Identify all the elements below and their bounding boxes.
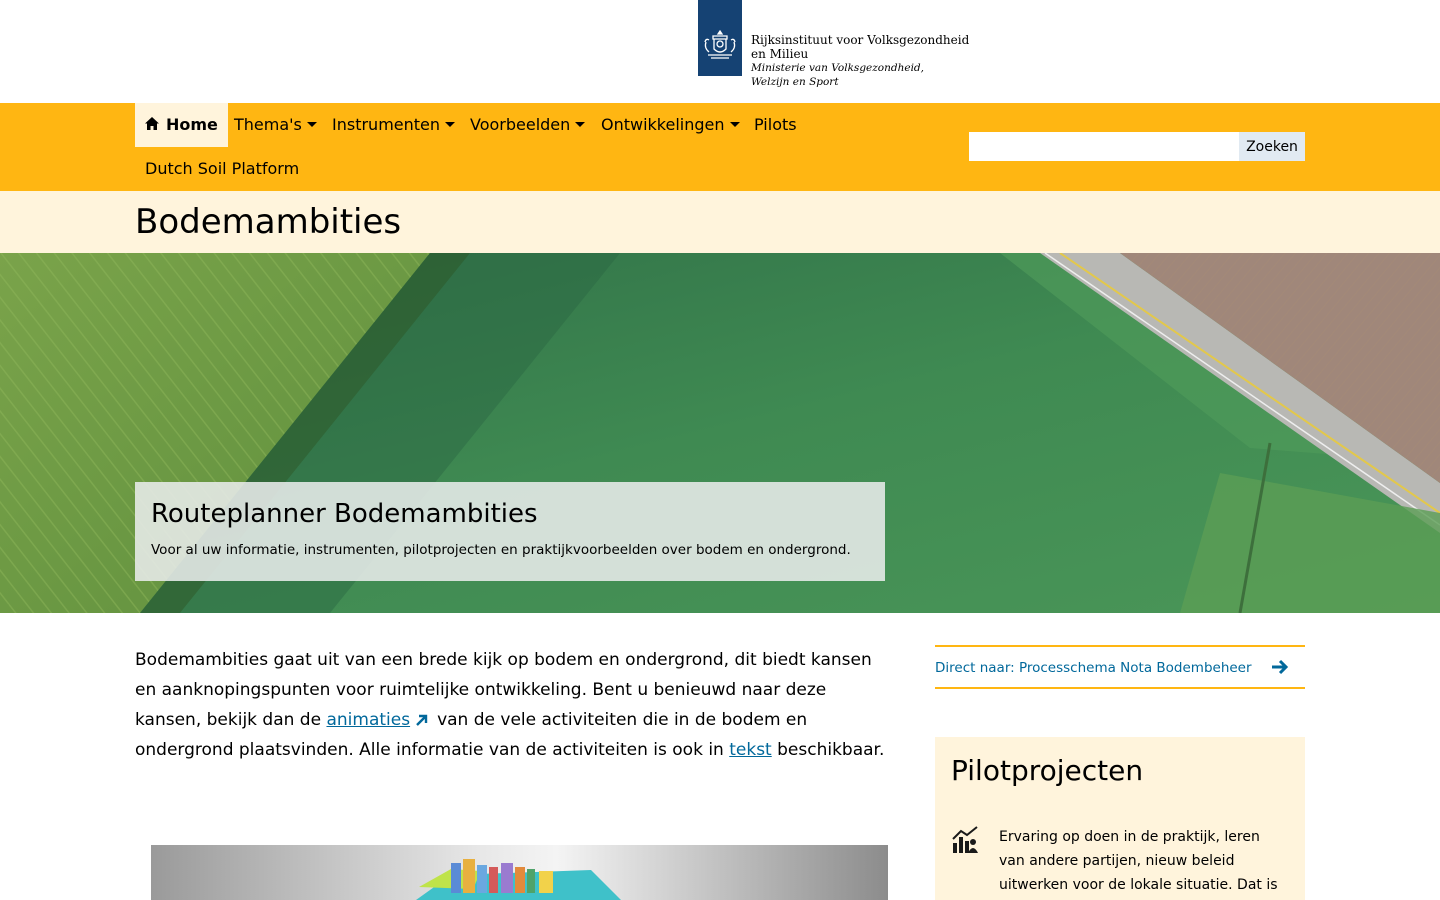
hero-title: Routeplanner Bodemambities [151,499,538,529]
logo-line-1: Rijksinstituut voor Volksgezondheid [751,33,970,47]
pilotprojecten-text: Ervaring op doen in de praktijk, leren v… [999,829,1278,893]
nav-item-pilots[interactable]: Pilots [744,103,807,147]
hero-subtitle: Voor al uw informatie, instrumenten, pil… [151,542,851,558]
nav-item-themas-label: Thema's [234,115,302,134]
chart-people-icon [952,826,978,853]
nav-item-ontwikkelingen-label: Ontwikkelingen [601,115,725,134]
nav-item-voorbeelden-label: Voorbeelden [470,115,571,134]
nav-item-home[interactable]: Home [135,103,228,147]
logo-text: Rijksinstituut voor Volksgezondheid en M… [751,33,969,89]
search-input[interactable] [969,132,1239,161]
nav-item-instrumenten[interactable]: Instrumenten [322,103,465,147]
hero-banner: Routeplanner Bodemambities Voor al uw in… [0,253,1440,613]
pilotprojecten-title: Pilotprojecten [951,754,1144,787]
caret-down-icon [729,122,740,127]
nav-item-voorbeelden[interactable]: Voorbeelden [460,103,595,147]
main-navigation: Home Thema's Instrumenten Voorbeelden On… [0,103,1440,191]
direct-link-processchema[interactable]: Direct naar: Processchema Nota Bodembehe… [935,645,1305,689]
nav-item-ontwikkelingen[interactable]: Ontwikkelingen [591,103,750,147]
nav-item-dutch-soil-platform[interactable]: Dutch Soil Platform [135,147,309,191]
rijksoverheid-emblem-icon [704,29,736,59]
animaties-link[interactable]: animaties [326,710,410,730]
external-link-icon [416,714,428,726]
direct-link-label: Direct naar: Processchema Nota Bodembehe… [935,660,1252,676]
logo-line-2: en Milieu [751,47,809,61]
intro-paragraph: Bodemambities gaat uit van een brede kij… [135,645,895,765]
home-icon [145,117,159,130]
nav-item-dutch-soil-platform-label: Dutch Soil Platform [145,159,300,178]
animation-preview-image[interactable] [151,845,888,900]
caret-down-icon [306,122,317,127]
hero-overlay-card: Routeplanner Bodemambities Voor al uw in… [135,482,885,581]
logo-emblem[interactable] [698,0,742,76]
logo-line-3: Ministerie van Volksgezondheid, [751,62,924,74]
nav-item-pilots-label: Pilots [754,115,797,134]
tekst-link[interactable]: tekst [729,740,772,760]
pilotprojecten-box: Pilotprojecten Ervaring op doen in de pr… [935,737,1305,900]
title-band: Bodemambities [0,191,1440,253]
nav-item-home-label: Home [166,115,218,134]
logo-line-4: Welzijn en Sport [751,76,839,88]
city-illustration [416,859,621,900]
nav-item-themas[interactable]: Thema's [224,103,327,147]
caret-down-icon [575,122,586,127]
caret-down-icon [445,122,456,127]
arrow-right-icon [1272,659,1289,675]
page-title: Bodemambities [135,202,402,242]
intro-text-3: beschikbaar. [771,740,885,760]
search-button[interactable]: Zoeken [1239,132,1305,161]
nav-item-instrumenten-label: Instrumenten [332,115,441,134]
site-header: Rijksinstituut voor Volksgezondheid en M… [0,0,1440,103]
